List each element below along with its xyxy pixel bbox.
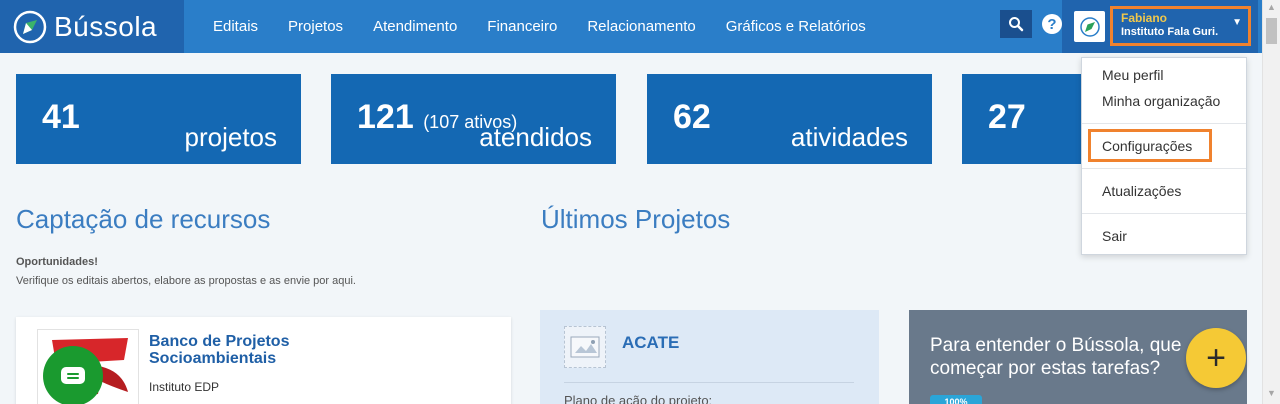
project-plan-label: Plano de ação do projeto: [564, 393, 713, 404]
stat-label: atividades [790, 122, 908, 152]
user-dropdown-menu: Meu perfil Minha organização Configuraçõ… [1081, 57, 1247, 255]
menu-item-atualizacoes[interactable]: Atualizações [1102, 183, 1181, 199]
edital-organization: Instituto EDP [149, 380, 220, 394]
stat-number: 41 [42, 98, 80, 136]
user-menu-toggle[interactable]: Fabiano Instituto Fala Guri. ▼ [1110, 6, 1251, 46]
user-name: Fabiano [1121, 11, 1168, 25]
top-navbar: Bússola Editais Projetos Atendimento Fin… [0, 0, 1280, 53]
stat-card-atividades[interactable]: 62 atividades [647, 74, 932, 164]
organization-logo [1074, 11, 1105, 42]
stat-number: 27 [988, 98, 1026, 136]
ultimos-projetos-heading: Últimos Projetos [541, 204, 731, 234]
menu-item-minha-organizacao[interactable]: Minha organização [1102, 93, 1220, 109]
onboarding-tasks-text: Para entender o Bússola, que começar por… [930, 334, 1230, 380]
chat-button[interactable] [43, 346, 103, 404]
project-name[interactable]: ACATE [622, 333, 679, 353]
nav-relacionamento[interactable]: Relacionamento [572, 18, 710, 35]
nav-graficos-relatorios[interactable]: Gráficos e Relatórios [711, 18, 881, 35]
onboarding-line-2: começar por estas tarefas? [930, 358, 1161, 379]
nav-editais[interactable]: Editais [198, 18, 273, 35]
stat-number: 62 [673, 98, 711, 136]
menu-item-meu-perfil[interactable]: Meu perfil [1102, 67, 1163, 83]
user-menu-area: Fabiano Instituto Fala Guri. ▼ [1062, 0, 1258, 53]
menu-item-sair[interactable]: Sair [1102, 228, 1127, 244]
opportunities-description: Verifique os editais abertos, elabore as… [16, 275, 356, 287]
stat-label: atendidos [479, 122, 592, 152]
menu-divider [1082, 123, 1246, 124]
project-thumbnail [564, 326, 606, 368]
chevron-down-icon: ▼ [1232, 17, 1242, 28]
scrollbar-thumb[interactable] [1266, 18, 1277, 44]
captacao-heading: Captação de recursos [16, 204, 271, 234]
compass-icon [13, 10, 47, 43]
nav-atendimento[interactable]: Atendimento [358, 18, 472, 35]
help-icon[interactable]: ? [1042, 14, 1062, 34]
compass-icon [1079, 16, 1100, 37]
scroll-up-arrow-icon[interactable]: ▲ [1263, 2, 1280, 16]
brand-logo[interactable]: Bússola [0, 0, 184, 53]
stat-card-projetos[interactable]: 41 projetos [16, 74, 301, 164]
nav-financeiro[interactable]: Financeiro [472, 18, 572, 35]
stat-number-value: 121 [357, 98, 414, 136]
nav-projetos[interactable]: Projetos [273, 18, 358, 35]
brand-name: Bússola [54, 10, 158, 42]
user-organization: Instituto Fala Guri. [1121, 26, 1219, 38]
chat-icon [61, 367, 85, 384]
stat-label: projetos [184, 122, 278, 152]
menu-divider [1082, 213, 1246, 214]
add-button[interactable]: + [1186, 328, 1246, 388]
divider [564, 382, 854, 383]
menu-divider [1082, 168, 1246, 169]
search-button[interactable] [1000, 10, 1032, 38]
vertical-scrollbar[interactable]: ▲ ▼ [1262, 0, 1280, 404]
scroll-down-arrow-icon[interactable]: ▼ [1263, 388, 1280, 402]
menu-item-configuracoes[interactable]: Configurações [1102, 138, 1192, 154]
progress-badge: 100% [930, 395, 982, 404]
search-icon [1009, 17, 1024, 32]
edital-title[interactable]: Banco de Projetos Socioambientais [149, 333, 349, 367]
project-card[interactable]: ACATE Plano de ação do projeto: [540, 310, 879, 404]
opportunities-title: Oportunidades! [16, 256, 98, 268]
onboarding-line-1: Para entender o Bússola, que [930, 335, 1182, 356]
main-nav: Editais Projetos Atendimento Financeiro … [198, 0, 881, 53]
stat-card-atendidos[interactable]: 121 (107 ativos) atendidos [331, 74, 616, 164]
